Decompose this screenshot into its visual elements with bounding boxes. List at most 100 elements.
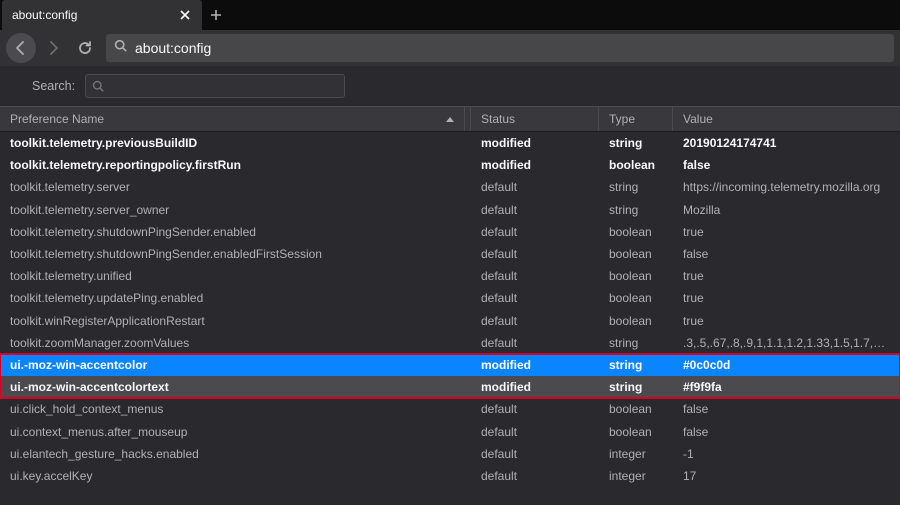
pref-value: true	[673, 225, 900, 239]
col-value[interactable]: Value	[673, 107, 900, 131]
pref-name: toolkit.telemetry.shutdownPingSender.ena…	[0, 247, 471, 261]
pref-row[interactable]: ui.-moz-win-accentcolormodifiedstring#0c…	[0, 354, 900, 376]
pref-name: ui.elantech_gesture_hacks.enabled	[0, 447, 471, 461]
pref-type: boolean	[599, 291, 673, 305]
pref-row[interactable]: ui.click_hold_context_menusdefaultboolea…	[0, 398, 900, 420]
pref-name: toolkit.winRegisterApplicationRestart	[0, 314, 471, 328]
pref-status: default	[471, 425, 599, 439]
pref-value: false	[673, 247, 900, 261]
pref-status: default	[471, 269, 599, 283]
pref-value: #f9f9fa	[673, 380, 900, 394]
back-button[interactable]	[6, 33, 36, 63]
pref-type: boolean	[599, 247, 673, 261]
pref-row[interactable]: toolkit.telemetry.server_ownerdefaultstr…	[0, 199, 900, 221]
col-type[interactable]: Type	[599, 107, 673, 131]
pref-status: modified	[471, 158, 599, 172]
search-icon	[114, 39, 127, 57]
pref-status: modified	[471, 380, 599, 394]
pref-value: Mozilla	[673, 203, 900, 217]
pref-name: toolkit.telemetry.server_owner	[0, 203, 471, 217]
pref-status: modified	[471, 358, 599, 372]
pref-status: default	[471, 447, 599, 461]
pref-status: default	[471, 469, 599, 483]
pref-row[interactable]: toolkit.telemetry.shutdownPingSender.ena…	[0, 221, 900, 243]
pref-row[interactable]: toolkit.telemetry.updatePing.enableddefa…	[0, 287, 900, 309]
pref-type: boolean	[599, 425, 673, 439]
url-text: about:config	[135, 40, 211, 56]
pref-type: boolean	[599, 402, 673, 416]
pref-value: -1	[673, 447, 900, 461]
pref-type: integer	[599, 447, 673, 461]
pref-value: #0c0c0d	[673, 358, 900, 372]
column-headers[interactable]: Preference Name Status Type Value	[0, 106, 900, 132]
pref-status: default	[471, 402, 599, 416]
pref-row[interactable]: toolkit.zoomManager.zoomValuesdefaultstr…	[0, 332, 900, 354]
pref-type: boolean	[599, 225, 673, 239]
pref-type: string	[599, 380, 673, 394]
pref-name: toolkit.telemetry.updatePing.enabled	[0, 291, 471, 305]
pref-value: https://incoming.telemetry.mozilla.org	[673, 180, 900, 194]
col-preference-name[interactable]: Preference Name	[0, 107, 465, 131]
pref-status: default	[471, 336, 599, 350]
pref-type: string	[599, 336, 673, 350]
pref-name: ui.-moz-win-accentcolortext	[0, 380, 471, 394]
pref-name: toolkit.zoomManager.zoomValues	[0, 336, 471, 350]
highlighted-group: ui.-moz-win-accentcolormodifiedstring#0c…	[0, 354, 900, 398]
reload-button[interactable]	[70, 33, 100, 63]
pref-row[interactable]: toolkit.telemetry.previousBuildIDmodifie…	[0, 132, 900, 154]
pref-name: ui.context_menus.after_mouseup	[0, 425, 471, 439]
pref-value: .3,.5,.67,.8,.9,1,1.1,1.2,1.33,1.5,1.7,2…	[673, 336, 900, 350]
pref-type: string	[599, 203, 673, 217]
pref-row[interactable]: ui.-moz-win-accentcolortextmodifiedstrin…	[0, 376, 900, 398]
pref-row[interactable]: toolkit.telemetry.shutdownPingSender.ena…	[0, 243, 900, 265]
pref-type: integer	[599, 469, 673, 483]
pref-value: true	[673, 291, 900, 305]
toolbar: about:config	[0, 30, 900, 66]
pref-row[interactable]: toolkit.telemetry.unifieddefaultbooleant…	[0, 265, 900, 287]
pref-name: toolkit.telemetry.previousBuildID	[0, 136, 471, 150]
pref-value: 20190124174741	[673, 136, 900, 150]
pref-status: default	[471, 225, 599, 239]
pref-value: false	[673, 158, 900, 172]
pref-status: default	[471, 180, 599, 194]
pref-value: true	[673, 314, 900, 328]
pref-value: false	[673, 425, 900, 439]
pref-type: boolean	[599, 314, 673, 328]
url-bar[interactable]: about:config	[106, 34, 894, 62]
pref-status: default	[471, 203, 599, 217]
pref-status: default	[471, 247, 599, 261]
pref-type: string	[599, 136, 673, 150]
sort-ascending-icon	[446, 117, 454, 122]
search-input[interactable]	[85, 74, 345, 98]
pref-name: toolkit.telemetry.reportingpolicy.firstR…	[0, 158, 471, 172]
pref-type: boolean	[599, 158, 673, 172]
col-status[interactable]: Status	[471, 107, 599, 131]
pref-value: false	[673, 402, 900, 416]
new-tab-button[interactable]	[202, 0, 230, 30]
pref-value: true	[673, 269, 900, 283]
pref-row[interactable]: toolkit.winRegisterApplicationRestartdef…	[0, 310, 900, 332]
pref-value: 17	[673, 469, 900, 483]
pref-type: string	[599, 358, 673, 372]
pref-name: toolkit.telemetry.server	[0, 180, 471, 194]
search-label: Search:	[32, 79, 75, 93]
pref-name: ui.key.accelKey	[0, 469, 471, 483]
pref-name: ui.-moz-win-accentcolor	[0, 358, 471, 372]
tab-title: about:config	[12, 8, 77, 22]
pref-type: boolean	[599, 269, 673, 283]
forward-button[interactable]	[38, 33, 68, 63]
pref-name: toolkit.telemetry.unified	[0, 269, 471, 283]
pref-name: toolkit.telemetry.shutdownPingSender.ena…	[0, 225, 471, 239]
pref-row[interactable]: toolkit.telemetry.reportingpolicy.firstR…	[0, 154, 900, 176]
pref-status: default	[471, 314, 599, 328]
pref-row[interactable]: toolkit.telemetry.serverdefaultstringhtt…	[0, 176, 900, 198]
pref-status: modified	[471, 136, 599, 150]
close-icon[interactable]	[178, 8, 192, 22]
pref-row[interactable]: ui.elantech_gesture_hacks.enableddefault…	[0, 443, 900, 465]
pref-row[interactable]: ui.context_menus.after_mouseupdefaultboo…	[0, 420, 900, 442]
pref-row[interactable]: ui.key.accelKeydefaultinteger17	[0, 465, 900, 487]
pref-name: ui.click_hold_context_menus	[0, 402, 471, 416]
pref-type: string	[599, 180, 673, 194]
pref-status: default	[471, 291, 599, 305]
tab-about-config[interactable]: about:config	[2, 0, 202, 30]
